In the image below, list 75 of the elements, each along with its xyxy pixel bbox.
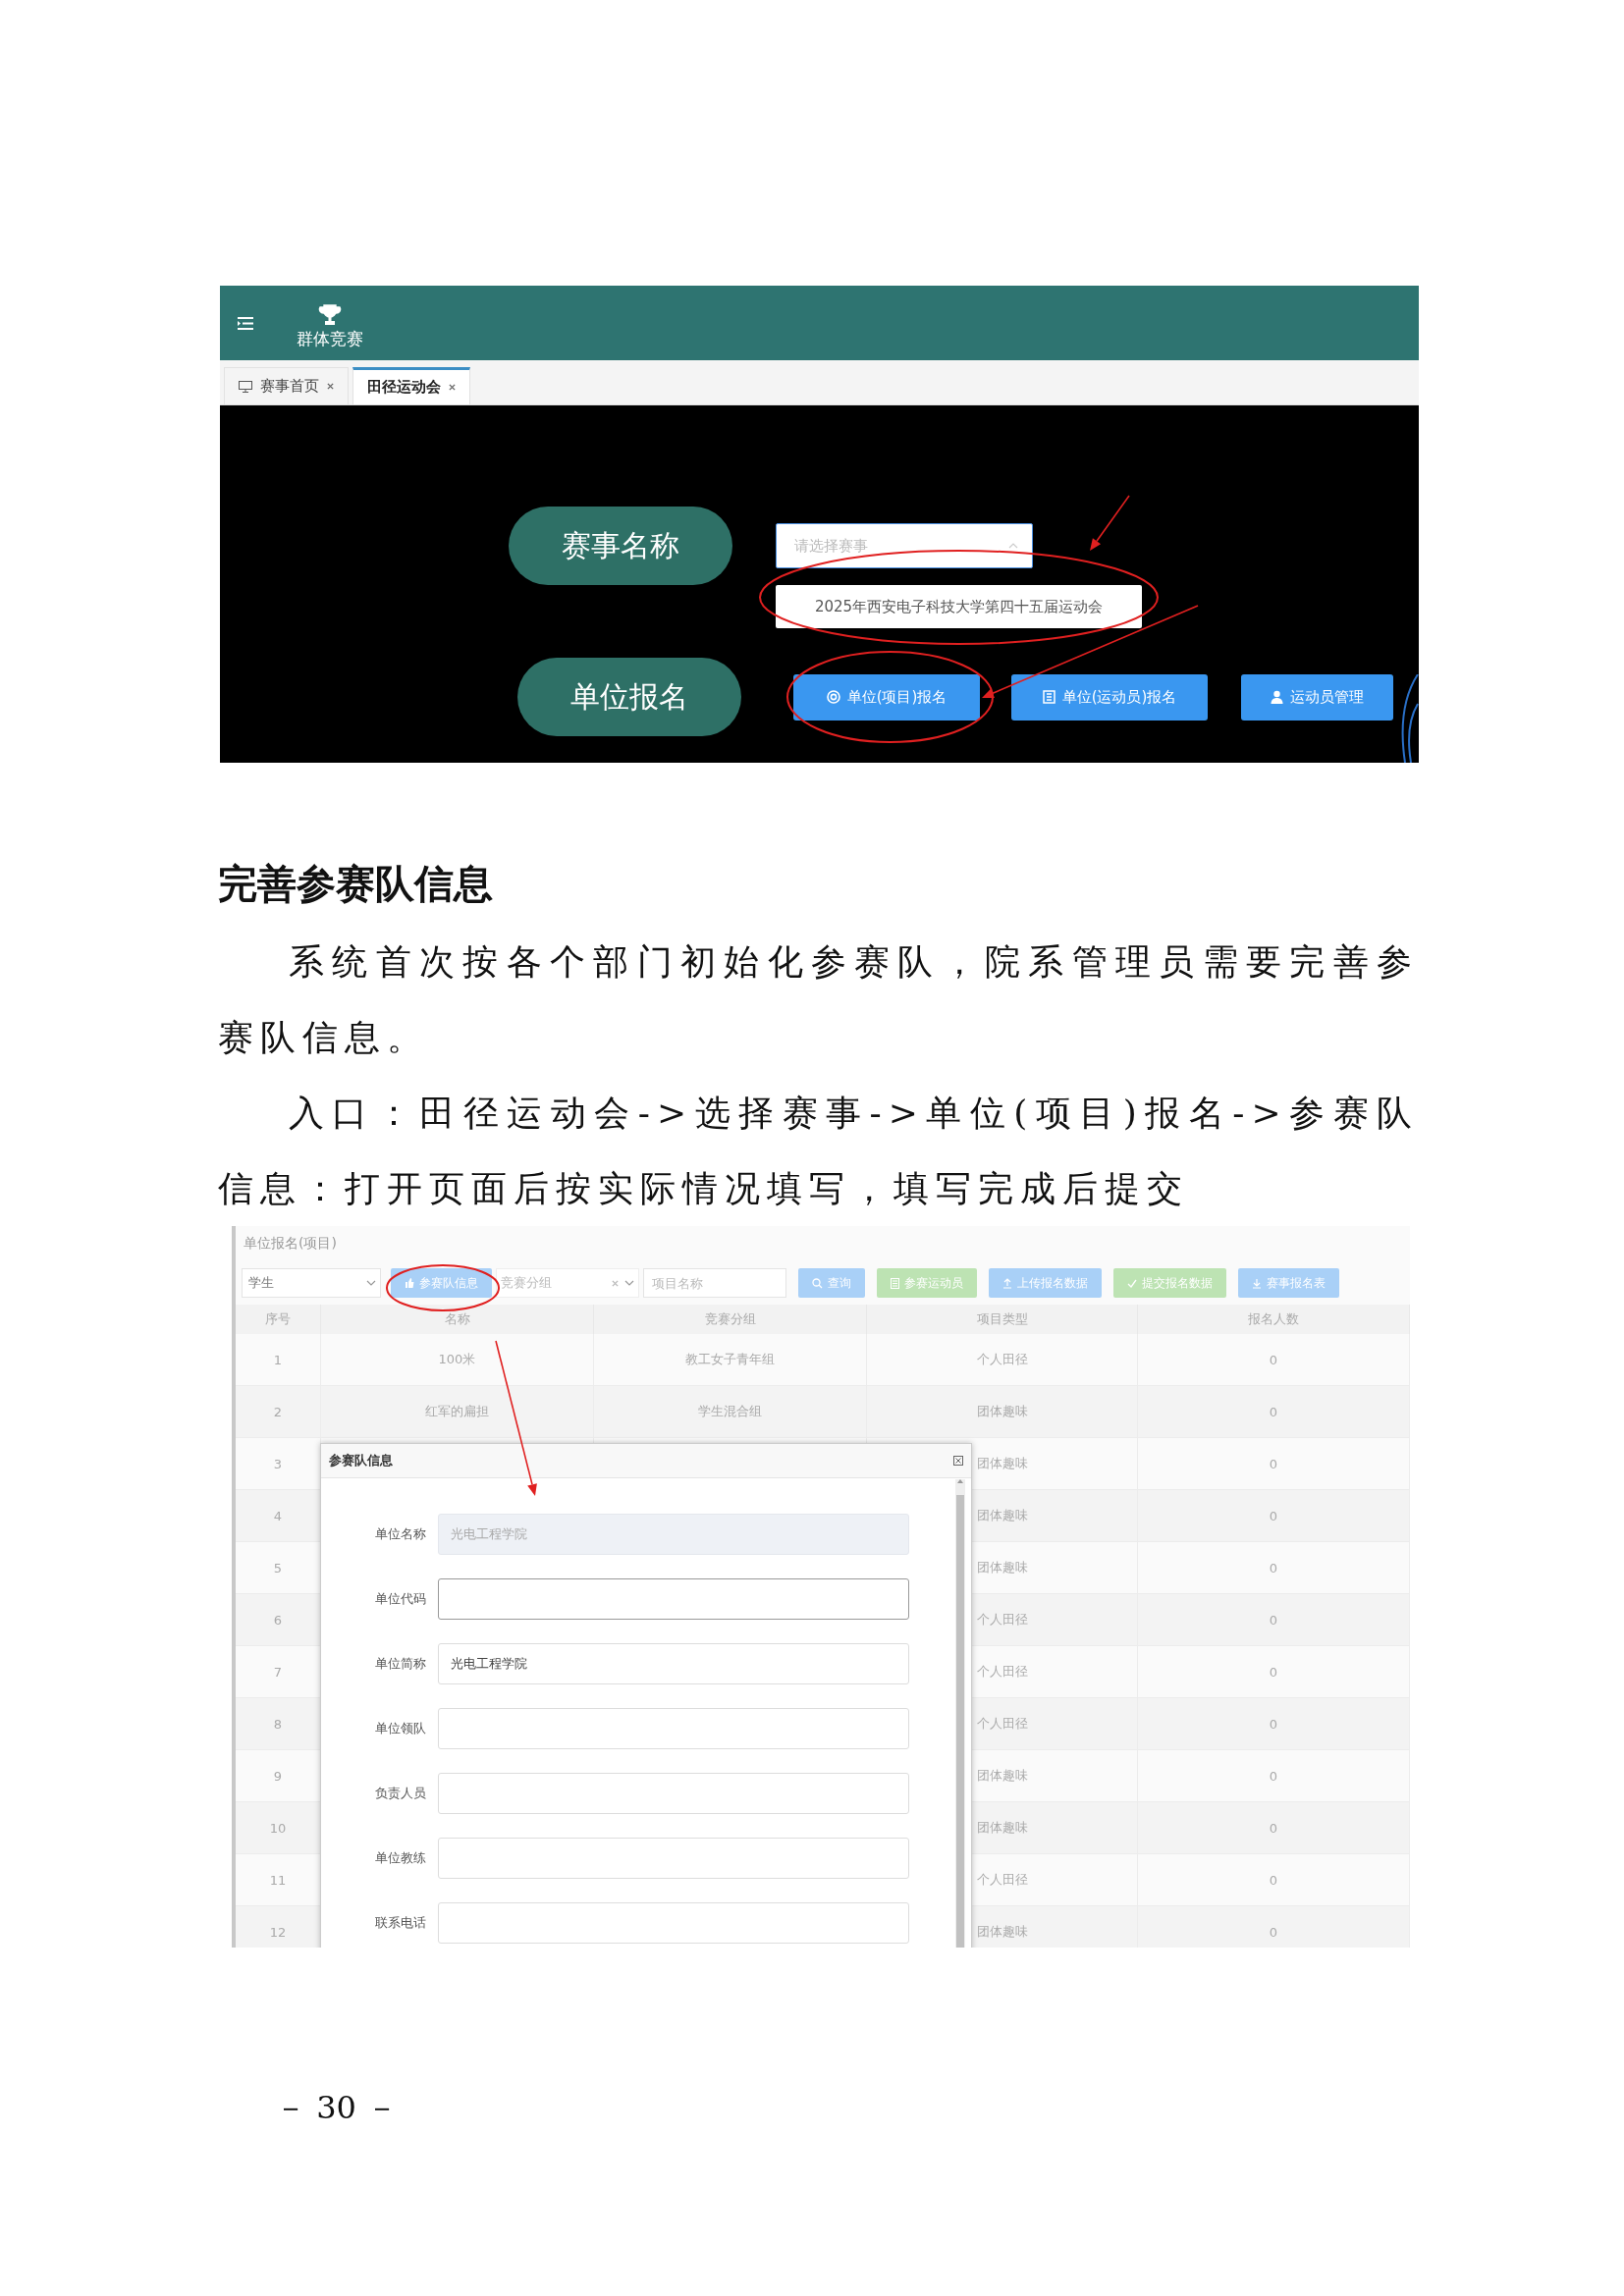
paragraph: 入口：田径运动会->选择赛事->单位(项目)报名->参赛队信息：打开页面后按实际情况填写，填写完成后提交 bbox=[218, 1092, 1419, 1210]
unit-registration-label: 单位报名 bbox=[517, 658, 741, 736]
close-icon[interactable] bbox=[953, 1456, 963, 1466]
check-icon bbox=[1127, 1278, 1137, 1288]
table-cell: 学生混合组 bbox=[594, 1386, 867, 1438]
tab[interactable]: 赛事首页 bbox=[224, 367, 349, 404]
toolbar-button[interactable]: 赛事报名表 bbox=[1238, 1268, 1339, 1298]
toolbar-button[interactable]: 查询 bbox=[798, 1268, 865, 1298]
table-cell: 0 bbox=[1138, 1386, 1410, 1438]
field-label: 单位领队 bbox=[374, 1720, 427, 1737]
table-cell: 0 bbox=[1138, 1802, 1410, 1854]
close-icon bbox=[449, 384, 456, 391]
event-name-label: 赛事名称 bbox=[509, 507, 732, 585]
toolbar-button[interactable]: 参赛运动员 bbox=[877, 1268, 977, 1298]
field-label: 单位简称 bbox=[374, 1655, 427, 1673]
group-select[interactable]: 竞赛分组 bbox=[496, 1268, 639, 1298]
registration-button[interactable]: 运动员管理 bbox=[1241, 673, 1393, 721]
trophy-icon bbox=[318, 303, 342, 326]
table-cell: 4 bbox=[236, 1490, 321, 1542]
caret-icon bbox=[1008, 543, 1018, 549]
download-icon bbox=[1252, 1277, 1262, 1289]
table-cell: 0 bbox=[1138, 1594, 1410, 1646]
panel-title: 单位报名(项目) bbox=[244, 1235, 337, 1253]
user-icon bbox=[1271, 690, 1283, 704]
app-title: 群体竞赛 bbox=[297, 327, 363, 350]
caret-icon bbox=[366, 1280, 376, 1286]
table-cell: 8 bbox=[236, 1698, 321, 1750]
dropdown-option[interactable]: 2025年西安电子科技大学第四十五届运动会 bbox=[776, 585, 1142, 628]
dialog-title: 参赛队信息 bbox=[329, 1452, 393, 1469]
text-field[interactable] bbox=[438, 1578, 909, 1620]
table-cell: 0 bbox=[1138, 1906, 1410, 1948]
table-cell: 0 bbox=[1138, 1698, 1410, 1750]
field-label: 单位教练 bbox=[374, 1849, 427, 1867]
column-header: 名称 bbox=[321, 1305, 594, 1334]
table-cell: 6 bbox=[236, 1594, 321, 1646]
close-icon bbox=[327, 383, 334, 390]
table-cell: 0 bbox=[1138, 1490, 1410, 1542]
table-cell: 10 bbox=[236, 1802, 321, 1854]
table-cell: 2 bbox=[236, 1386, 321, 1438]
table-cell: 红军的扁担 bbox=[321, 1386, 594, 1438]
field-label: 负责人员 bbox=[374, 1785, 427, 1802]
close-icon bbox=[612, 1279, 619, 1287]
table-cell: 团体趣味 bbox=[867, 1386, 1138, 1438]
field-label: 单位名称 bbox=[374, 1525, 427, 1543]
column-header: 项目类型 bbox=[867, 1305, 1138, 1334]
section-heading: 完善参赛队信息 bbox=[218, 860, 494, 907]
project-name-field[interactable]: 项目名称 bbox=[643, 1268, 786, 1298]
upload-icon bbox=[1002, 1277, 1012, 1289]
field-label: 联系电话 bbox=[374, 1914, 427, 1932]
thumb-icon bbox=[405, 1278, 414, 1288]
text-field[interactable]: 光电工程学院 bbox=[438, 1643, 909, 1684]
filter-select[interactable]: 学生 bbox=[242, 1268, 381, 1298]
scrollbar[interactable] bbox=[955, 1479, 965, 1948]
caret-icon bbox=[624, 1280, 634, 1286]
annotation-arrow bbox=[1090, 495, 1130, 551]
column-header: 序号 bbox=[236, 1305, 321, 1334]
event-select[interactable]: 请选择赛事 bbox=[776, 523, 1033, 568]
paragraph: 系统首次按各个部门初始化参赛队，院系管理员需要完善参赛队信息。 bbox=[218, 940, 1419, 1059]
page-number: － 30 － bbox=[275, 2088, 400, 2128]
registration-button[interactable]: 单位(项目)报名 bbox=[793, 673, 980, 721]
team-info-button[interactable]: 参赛队信息 bbox=[391, 1268, 492, 1298]
monitor-icon bbox=[239, 380, 252, 393]
building-icon bbox=[1042, 690, 1056, 704]
tab[interactable]: 田径运动会 bbox=[352, 367, 470, 404]
search-icon bbox=[812, 1277, 823, 1289]
menu-icon[interactable] bbox=[238, 316, 253, 330]
table-cell: 12 bbox=[236, 1906, 321, 1948]
toolbar-button[interactable]: 上传报名数据 bbox=[989, 1268, 1102, 1298]
column-header: 竞赛分组 bbox=[594, 1305, 867, 1334]
toolbar-button[interactable]: 提交报名数据 bbox=[1113, 1268, 1226, 1298]
target-icon bbox=[826, 690, 840, 704]
document-icon bbox=[891, 1277, 899, 1289]
field-label: 单位代码 bbox=[374, 1590, 427, 1608]
column-header: 报名人数 bbox=[1138, 1305, 1410, 1334]
registration-button[interactable]: 单位(运动员)报名 bbox=[1011, 673, 1208, 721]
